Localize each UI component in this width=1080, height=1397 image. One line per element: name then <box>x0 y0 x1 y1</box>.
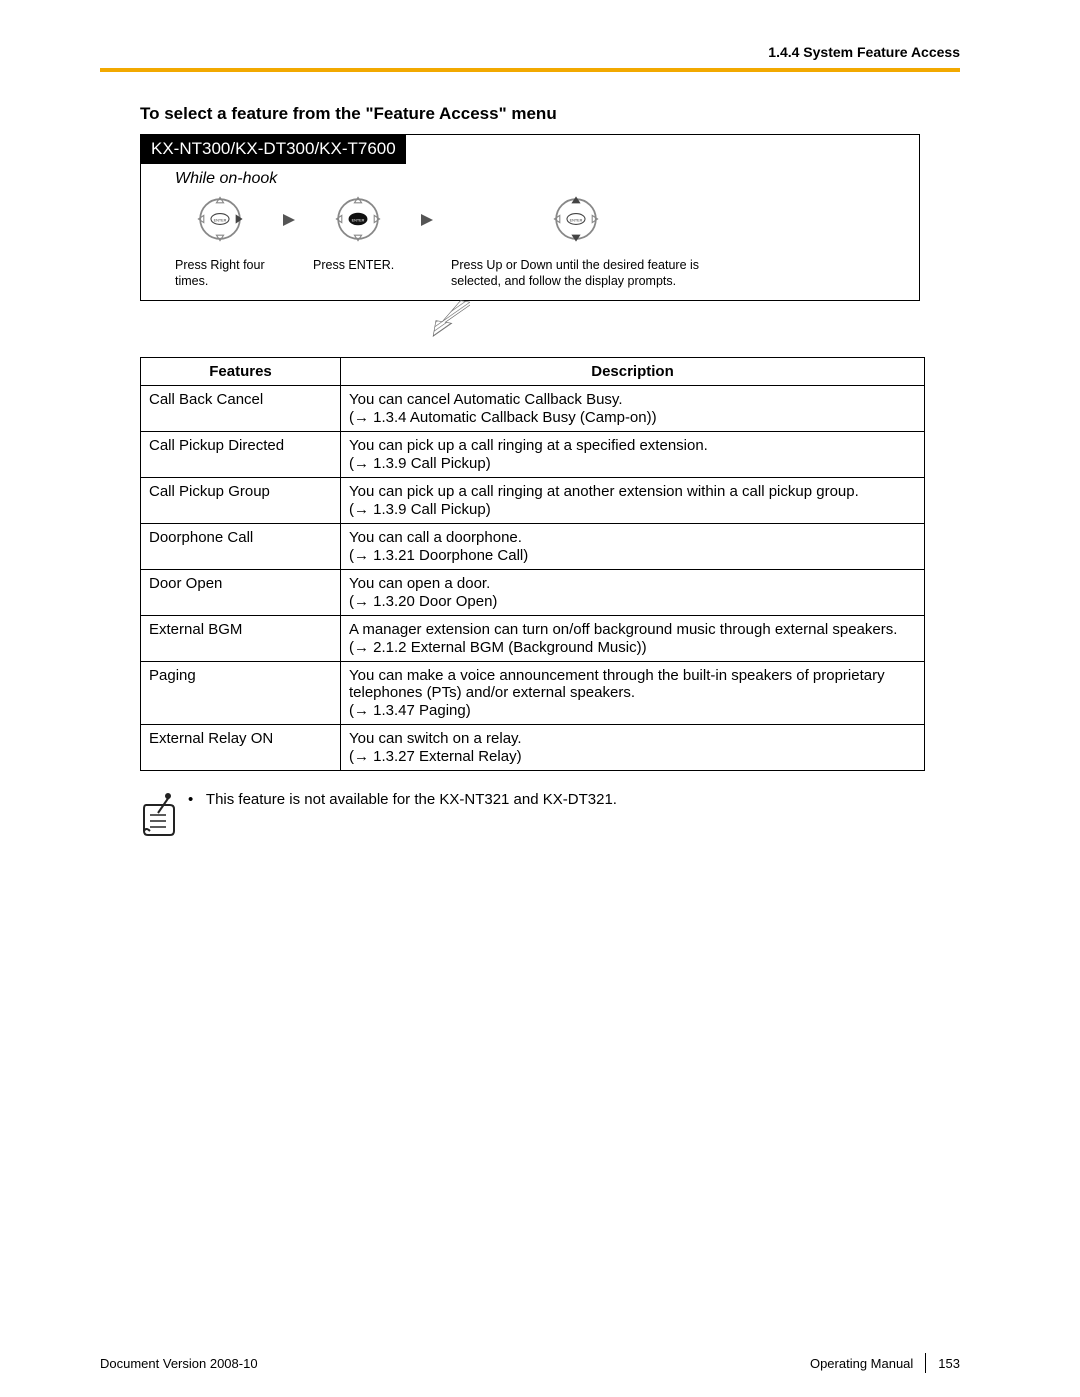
feature-cell: Call Pickup Group <box>141 477 341 523</box>
description-text: You can make a voice announcement throug… <box>349 667 885 701</box>
note-text-container: • This feature is not available for the … <box>188 791 617 808</box>
note-block: • This feature is not available for the … <box>140 791 960 844</box>
table-row: Paging You can make a voice announcement… <box>141 661 925 724</box>
page-footer: Document Version 2008-10 Operating Manua… <box>100 1353 960 1373</box>
table-row: External BGM A manager extension can tur… <box>141 615 925 661</box>
feature-cell: Door Open <box>141 569 341 615</box>
description-text: You can call a doorphone. <box>349 529 522 546</box>
col-header-description: Description <box>341 357 925 385</box>
table-row: Call Pickup Group You can pick up a call… <box>141 477 925 523</box>
reference-link: (→ 1.3.47 Paging) <box>349 702 916 719</box>
header-breadcrumb: 1.4.4 System Feature Access <box>100 40 960 68</box>
section-title: To select a feature from the "Feature Ac… <box>140 104 960 124</box>
feature-cell: Call Back Cancel <box>141 385 341 431</box>
description-text: You can cancel Automatic Callback Busy. <box>349 391 623 408</box>
note-icon <box>140 791 188 844</box>
header-accent-rule <box>100 68 960 72</box>
description-cell: You can make a voice announcement throug… <box>341 661 925 724</box>
step1-caption: Press Right four times. <box>175 257 265 290</box>
svg-text:ENTER: ENTER <box>352 218 365 222</box>
description-text: You can pick up a call ringing at a spec… <box>349 437 708 454</box>
step-press-up-down: ENTER Press Up or Down until the desired… <box>451 192 701 290</box>
reference-link: (→ 1.3.20 Door Open) <box>349 593 916 610</box>
table-row: Call Pickup Directed You can pick up a c… <box>141 431 925 477</box>
features-table: Features Description Call Back Cancel Yo… <box>140 357 925 771</box>
table-header-row: Features Description <box>141 357 925 385</box>
description-text: A manager extension can turn on/off back… <box>349 621 897 638</box>
description-cell: You can open a door. (→ 1.3.20 Door Open… <box>341 569 925 615</box>
step3-caption: Press Up or Down until the desired featu… <box>451 257 701 290</box>
footer-divider <box>925 1353 926 1373</box>
description-text: You can pick up a call ringing at anothe… <box>349 483 859 500</box>
table-row: External Relay ON You can switch on a re… <box>141 724 925 770</box>
navigation-key-up-down-icon: ENTER <box>549 192 603 246</box>
reference-link: (→ 1.3.21 Doorphone Call) <box>349 547 916 564</box>
model-tab: KX-NT300/KX-DT300/KX-T7600 <box>141 135 406 164</box>
manual-name: Operating Manual <box>810 1356 913 1371</box>
description-cell: You can cancel Automatic Callback Busy. … <box>341 385 925 431</box>
feature-cell: External Relay ON <box>141 724 341 770</box>
procedure-box: KX-NT300/KX-DT300/KX-T7600 While on-hook… <box>140 134 920 301</box>
reference-link: (→ 1.3.9 Call Pickup) <box>349 501 916 518</box>
svg-text:ENTER: ENTER <box>570 218 583 222</box>
table-row: Call Back Cancel You can cancel Automati… <box>141 385 925 431</box>
table-row: Door Open You can open a door. (→ 1.3.20… <box>141 569 925 615</box>
description-text: You can open a door. <box>349 575 490 592</box>
procedure-condition: While on-hook <box>175 170 919 188</box>
sequence-arrow-icon <box>419 212 435 228</box>
procedure-steps: ENTER Press Right four times. <box>141 192 919 300</box>
page-number: 153 <box>938 1356 960 1371</box>
step2-caption: Press ENTER. <box>313 257 403 273</box>
reference-link: (→ 1.3.4 Automatic Callback Busy (Camp-o… <box>349 409 916 426</box>
feature-cell: Paging <box>141 661 341 724</box>
description-cell: You can pick up a call ringing at anothe… <box>341 477 925 523</box>
pointer-arrow-icon <box>430 299 470 339</box>
navigation-key-enter-icon: ENTER <box>331 192 385 246</box>
note-text: This feature is not available for the KX… <box>206 791 617 808</box>
bullet-icon: • <box>188 791 202 808</box>
col-header-features: Features <box>141 357 341 385</box>
step-press-right: ENTER Press Right four times. <box>175 192 265 290</box>
description-cell: You can pick up a call ringing at a spec… <box>341 431 925 477</box>
description-cell: You can call a doorphone. (→ 1.3.21 Door… <box>341 523 925 569</box>
navigation-key-right-icon: ENTER <box>193 192 247 246</box>
feature-cell: Call Pickup Directed <box>141 431 341 477</box>
description-cell: You can switch on a relay. (→ 1.3.27 Ext… <box>341 724 925 770</box>
document-version: Document Version 2008-10 <box>100 1356 258 1371</box>
table-row: Doorphone Call You can call a doorphone.… <box>141 523 925 569</box>
svg-text:ENTER: ENTER <box>214 218 227 222</box>
description-cell: A manager extension can turn on/off back… <box>341 615 925 661</box>
step-press-enter: ENTER Press ENTER. <box>313 192 403 273</box>
feature-cell: External BGM <box>141 615 341 661</box>
reference-link: (→ 2.1.2 External BGM (Background Music)… <box>349 639 916 656</box>
description-text: You can switch on a relay. <box>349 730 522 747</box>
sequence-arrow-icon <box>281 212 297 228</box>
reference-link: (→ 1.3.27 External Relay) <box>349 748 916 765</box>
feature-cell: Doorphone Call <box>141 523 341 569</box>
reference-link: (→ 1.3.9 Call Pickup) <box>349 455 916 472</box>
